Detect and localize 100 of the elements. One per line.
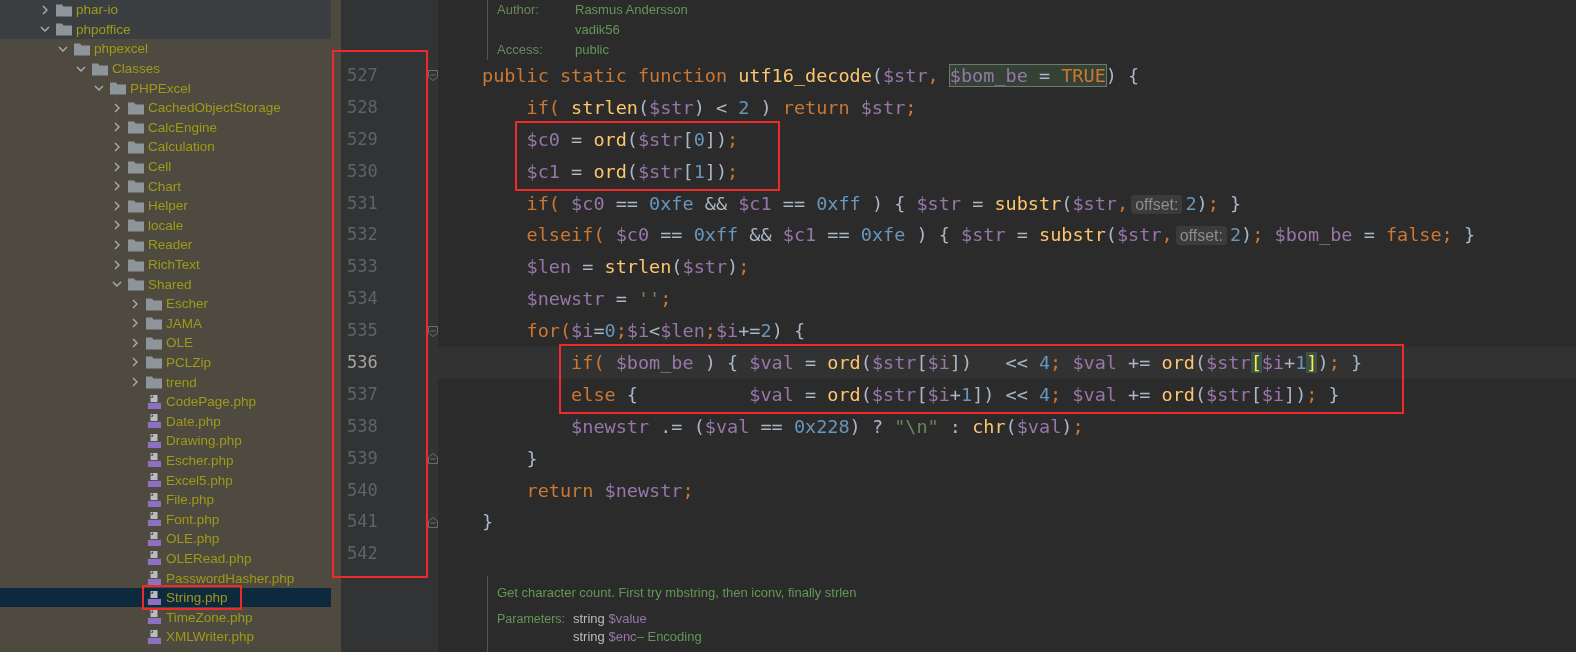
tree-item-label: Date.php — [166, 413, 221, 429]
tree-item-label: phar-io — [76, 2, 119, 18]
folder-icon — [128, 100, 144, 115]
tree-item-label: Cell — [148, 159, 172, 175]
tree-item-label: Classes — [112, 61, 160, 77]
chevron-icon[interactable] — [130, 318, 140, 329]
line-number: 536 — [346, 351, 379, 374]
php-file-icon — [146, 629, 162, 644]
tree-item-label: Font.php — [166, 511, 220, 527]
code-line: if( strlen($str) < 2 ) return $str; — [525, 95, 918, 120]
fold-marker-icon[interactable] — [428, 516, 438, 528]
code-line: $newstr .= ($val == 0x228) ? "\n" : chr($val); — [570, 414, 1085, 439]
tree-item-label: CachedObjectStorage — [148, 100, 281, 116]
code-line: $newstr = ''; — [525, 287, 673, 312]
code-line: } — [481, 510, 495, 535]
php-file-icon — [146, 551, 162, 566]
php-file-icon — [146, 414, 162, 429]
chevron-icon[interactable] — [112, 200, 122, 211]
chevron-icon[interactable] — [130, 377, 140, 388]
fold-marker-icon[interactable] — [428, 325, 438, 337]
tree-item-label: OLE — [166, 335, 193, 351]
code-line: if( $c0 == 0xfe && $c1 == 0xff ) { $str = substr($str, offset: 2); } — [525, 191, 1243, 216]
chevron-icon[interactable] — [112, 259, 122, 270]
chevron-icon[interactable] — [112, 161, 122, 172]
folder-icon — [128, 198, 144, 213]
doc-summary: Get character count. First try mbstring, then iconv, finally strlen — [497, 584, 858, 603]
doc-label: Author: — [497, 1, 540, 19]
tree-item-label: OLERead.php — [166, 550, 252, 566]
chevron-icon[interactable] — [112, 239, 122, 250]
chevron-icon[interactable] — [130, 357, 140, 368]
tree-item-label: File.php — [166, 492, 215, 508]
code-line: else { $val = ord($str[$i+1]) << 4; $val += ord($str[$i]); } — [570, 382, 1341, 407]
tree-item-label: CodePage.php — [166, 394, 257, 410]
chevron-icon[interactable] — [58, 44, 68, 54]
doc-label: Parameters: — [497, 611, 567, 629]
folder-icon — [146, 296, 162, 311]
folder-icon — [146, 316, 162, 331]
tree-item-label: XMLWriter.php — [166, 629, 255, 645]
php-file-icon — [146, 531, 162, 546]
chevron-icon[interactable] — [112, 181, 122, 192]
folder-icon — [128, 120, 144, 135]
doc-value: vadik56 — [575, 21, 621, 39]
chevron-icon[interactable] — [40, 4, 50, 15]
code-line: public static function utf16_decode($str, $bom_be = TRUE) { — [481, 64, 1141, 88]
folder-icon — [56, 2, 72, 17]
php-file-icon — [146, 610, 162, 625]
code-line: $c0 = ord($str[0]); — [525, 127, 740, 152]
folder-icon — [128, 218, 144, 233]
tree-item-label: trend — [166, 374, 197, 390]
folder-icon — [92, 61, 108, 76]
php-file-icon — [146, 433, 162, 448]
fold-marker-icon[interactable] — [428, 70, 438, 82]
tree-item-label: Shared — [148, 276, 192, 292]
tree-item-label: Escher.php — [166, 452, 234, 468]
folder-icon — [146, 355, 162, 370]
doc-label: Access: — [497, 41, 544, 59]
chevron-icon[interactable] — [112, 102, 122, 113]
tree-item-label: PHPExcel — [130, 80, 191, 96]
php-file-icon — [146, 453, 162, 468]
chevron-icon[interactable] — [130, 298, 140, 309]
param-line: string $value — [573, 610, 648, 629]
code-line: $len = strlen($str); — [525, 255, 751, 280]
tree-item-label: OLE.php — [166, 531, 220, 547]
tree-item-label: Chart — [148, 178, 181, 194]
tree-item-label: RichText — [148, 257, 200, 272]
tree-item-label: Reader — [148, 237, 193, 253]
tree-item-label: Drawing.php — [166, 433, 242, 449]
php-file-icon — [146, 492, 162, 507]
code-line: return $newstr; — [525, 478, 695, 503]
tree-item-label: CalcEngine — [148, 119, 218, 135]
tree-item-label: locale — [148, 217, 184, 233]
code-line: elseif( $c0 == 0xff && $c1 == 0xfe ) { $str = substr($str, offset: 2); $bom_be = false; } — [525, 223, 1477, 248]
chevron-icon[interactable] — [112, 141, 122, 152]
tree-item-label: Escher — [166, 296, 209, 312]
fold-marker-icon[interactable] — [428, 453, 438, 465]
folder-icon — [56, 22, 72, 37]
doc-value: public — [575, 41, 609, 59]
php-file-icon — [146, 590, 162, 605]
doc-value: Rasmus Andersson — [575, 1, 688, 19]
php-file-icon — [146, 571, 162, 585]
folder-icon — [74, 42, 90, 56]
tree-item-label: phpexcel — [94, 41, 149, 57]
code-line: for($i=0;$i<$len;$i+=2) { — [525, 319, 807, 344]
tree-item[interactable]: String.php — [0, 587, 331, 608]
tree-item[interactable]: phpoffice — [0, 19, 331, 40]
chevron-icon[interactable] — [130, 337, 140, 348]
php-file-icon — [146, 473, 162, 488]
tree-item-label: Excel5.php — [166, 472, 233, 488]
tree-item-label: phpoffice — [76, 21, 131, 37]
tree-item-label: String.php — [166, 590, 228, 606]
param-line: string $enc– Encoding — [573, 628, 702, 647]
folder-icon — [128, 159, 144, 174]
folder-icon — [128, 257, 144, 272]
code-line: $c1 = ord($str[1]); — [525, 159, 740, 184]
chevron-icon[interactable] — [112, 122, 122, 133]
chevron-icon[interactable] — [112, 220, 122, 231]
php-file-icon — [146, 394, 162, 409]
tree-item-label: TimeZone.php — [166, 609, 253, 625]
tree-item[interactable]: phar-io — [0, 0, 331, 20]
tree-item-label: Helper — [148, 198, 188, 214]
